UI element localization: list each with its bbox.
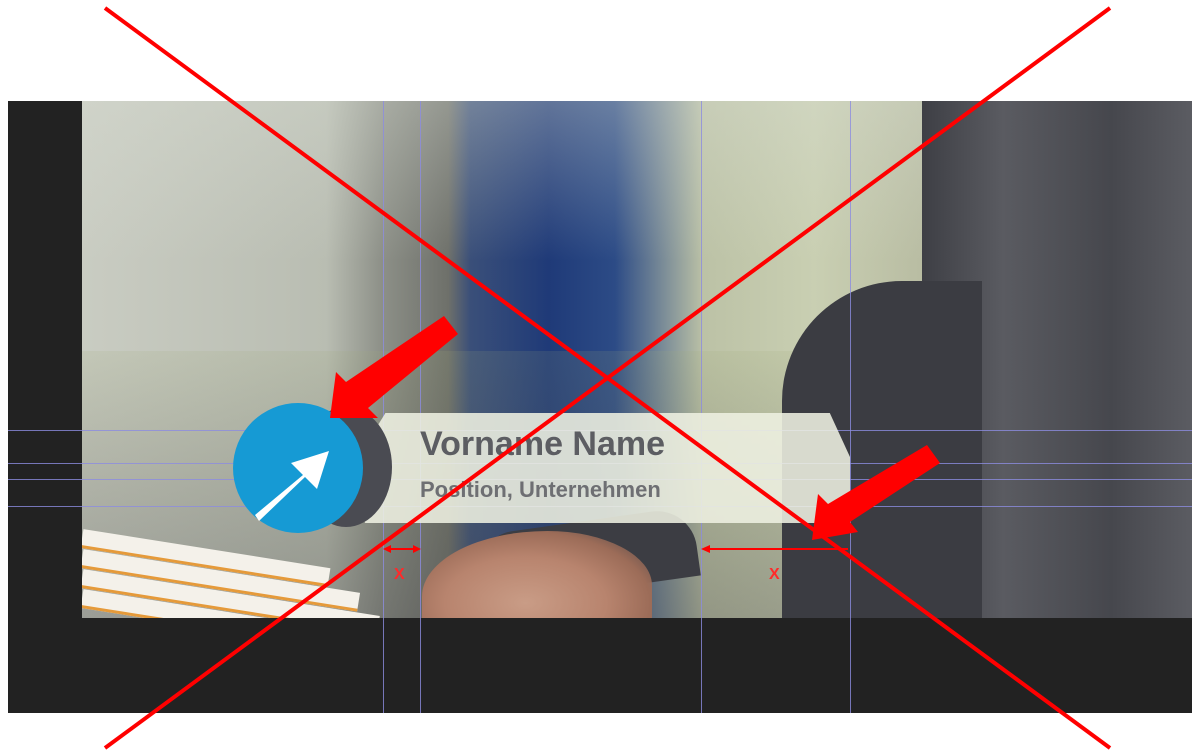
- annotation-overlay: [103, 6, 1112, 750]
- red-arrow-icon: [812, 445, 940, 540]
- measure-arrow-right: [701, 545, 848, 553]
- red-arrow-icon: [330, 316, 458, 418]
- measure-arrow-left: [383, 545, 421, 553]
